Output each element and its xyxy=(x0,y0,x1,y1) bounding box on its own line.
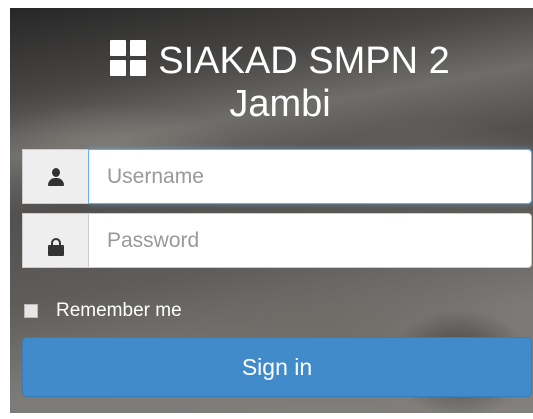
lock-icon xyxy=(47,237,64,256)
username-input[interactable] xyxy=(88,149,532,204)
username-group xyxy=(22,149,532,204)
sign-in-button[interactable]: Sign in xyxy=(22,337,532,397)
title-line-2: Jambi xyxy=(229,83,331,125)
remember-me[interactable]: Remember me xyxy=(24,300,182,322)
page-title: SIAKAD SMPN 2 Jambi xyxy=(40,40,520,126)
password-addon xyxy=(22,213,88,268)
password-group xyxy=(22,213,532,268)
grid-icon xyxy=(110,40,147,76)
password-input[interactable] xyxy=(88,213,532,268)
username-addon xyxy=(22,149,88,204)
remember-me-label: Remember me xyxy=(56,300,182,321)
login-page: SIAKAD SMPN 2 Jambi Remember me Sign in xyxy=(0,0,533,419)
user-icon xyxy=(47,167,65,186)
title-line-1: SIAKAD SMPN 2 xyxy=(158,40,450,82)
remember-me-checkbox[interactable] xyxy=(24,304,38,318)
